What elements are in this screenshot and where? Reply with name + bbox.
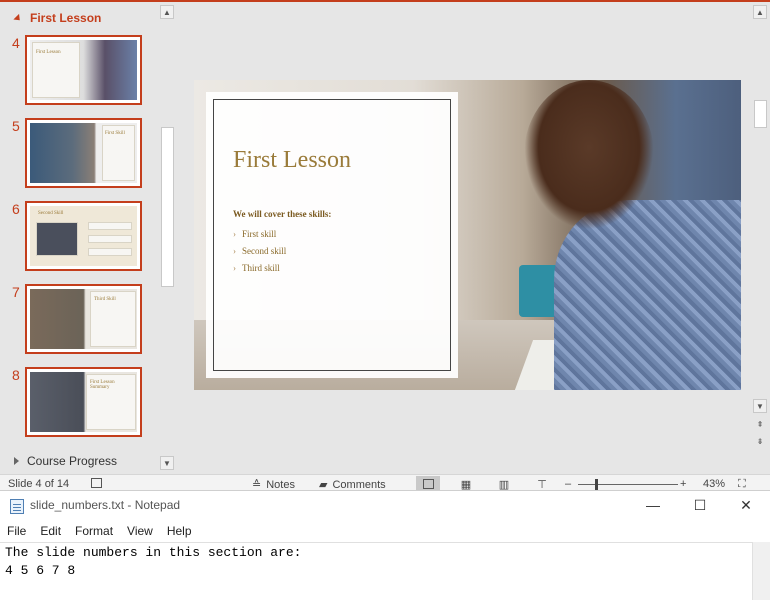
- thumbnail-image: First Skill: [30, 123, 137, 183]
- zoom-out-button[interactable]: –: [565, 478, 571, 490]
- thumbnail-scrollbar[interactable]: ▲ ▼: [160, 2, 176, 472]
- zoom-level[interactable]: 43%: [703, 478, 725, 490]
- desktop: First Lesson 4 First Lesson 5 First Skil…: [0, 0, 770, 600]
- thumbnail-number: 8: [12, 367, 20, 383]
- notepad-window: slide_numbers.txt - Notepad — ☐ ✕ File E…: [0, 490, 770, 600]
- thumbnail-title: First Lesson: [36, 50, 61, 55]
- bullet-item: Third skill: [233, 259, 286, 276]
- slide-scrollbar[interactable]: ▲ ▼ ⇞ ⇟: [752, 2, 770, 472]
- current-slide[interactable]: First Lesson We will cover these skills:…: [194, 80, 741, 390]
- text-line: 4 5 6 7 8: [5, 563, 76, 578]
- menu-view[interactable]: View: [120, 521, 160, 541]
- thumbnail-slide-5[interactable]: 5 First Skill: [0, 118, 160, 188]
- section-name: Course Progress: [27, 454, 118, 468]
- slide-subtitle[interactable]: We will cover these skills:: [233, 209, 331, 219]
- reading-view-icon: ▥: [498, 478, 510, 491]
- scroll-down-arrow-icon[interactable]: ▼: [160, 456, 174, 470]
- thumbnail-number: 6: [12, 201, 20, 217]
- thumbnail-box: [88, 248, 132, 256]
- thumbnail-number: 7: [12, 284, 20, 300]
- menu-edit[interactable]: Edit: [33, 521, 68, 541]
- thumbnail-photo: [36, 222, 78, 256]
- minimize-icon[interactable]: —: [643, 496, 663, 514]
- notepad-menu-bar: File Edit Format View Help: [0, 521, 770, 541]
- thumbnail-image: Second Skill: [30, 206, 137, 266]
- menu-help[interactable]: Help: [160, 521, 199, 541]
- previous-slide-icon[interactable]: ⇞: [753, 417, 767, 431]
- notes-label: Notes: [266, 478, 295, 491]
- maximize-icon[interactable]: ☐: [690, 496, 710, 514]
- slide-show-icon: ⊤: [537, 478, 547, 491]
- slide-thumbnail-pane: First Lesson 4 First Lesson 5 First Skil…: [0, 2, 176, 472]
- bullet-item: First skill: [233, 225, 286, 242]
- thumbnail-slide-4[interactable]: 4 First Lesson: [0, 35, 160, 105]
- proofing-icon: [91, 478, 102, 488]
- menu-format[interactable]: Format: [68, 521, 120, 541]
- notepad-text-area[interactable]: The slide numbers in this section are: 4 …: [0, 542, 752, 600]
- notepad-icon: [10, 499, 24, 514]
- collapse-triangle-icon: [13, 13, 23, 23]
- thumbnail-title: First Skill: [105, 131, 125, 136]
- menu-file[interactable]: File: [0, 521, 33, 541]
- scrollbar-thumb[interactable]: [161, 127, 174, 287]
- thumbnail-slide-8[interactable]: 8 First Lesson Summary: [0, 367, 160, 437]
- scroll-up-arrow-icon[interactable]: ▲: [753, 5, 767, 19]
- next-slide-icon[interactable]: ⇟: [753, 434, 767, 448]
- zoom-slider-thumb[interactable]: [595, 479, 598, 490]
- photo-person-head: [524, 80, 654, 230]
- section-header-first-lesson[interactable]: First Lesson: [13, 11, 102, 25]
- thumbnail-image: First Lesson Summary: [30, 372, 137, 432]
- thumbnail-title: Third Skill: [94, 297, 116, 302]
- thumbnail-slide-6[interactable]: 6 Second Skill: [0, 201, 160, 271]
- thumbnail-frame[interactable]: First Skill: [25, 118, 142, 188]
- thumbnail-title: First Lesson Summary: [90, 380, 115, 390]
- thumbnail-number: 4: [12, 35, 20, 51]
- slide-bullet-list[interactable]: First skill Second skill Third skill: [233, 225, 286, 276]
- bullet-item: Second skill: [233, 242, 286, 259]
- expand-triangle-icon: [14, 457, 19, 465]
- slide-content-card: First Lesson We will cover these skills:…: [206, 92, 458, 378]
- thumbnail-frame[interactable]: First Lesson: [25, 35, 142, 105]
- thumbnail-frame[interactable]: Second Skill: [25, 201, 142, 271]
- section-header-course-progress[interactable]: Course Progress: [14, 454, 117, 468]
- slide-indicator: Slide 4 of 14: [8, 478, 70, 490]
- thumbnail-box: [88, 235, 132, 243]
- window-title: slide_numbers.txt - Notepad: [30, 498, 181, 512]
- thumbnail-number: 5: [12, 118, 20, 134]
- notepad-title-bar[interactable]: slide_numbers.txt - Notepad — ☐ ✕: [0, 491, 770, 521]
- thumbnail-image: First Lesson: [30, 40, 137, 100]
- thumbnail-image: Third Skill: [30, 289, 137, 349]
- notepad-scrollbar[interactable]: [752, 542, 770, 600]
- thumbnail-frame[interactable]: Third Skill: [25, 284, 142, 354]
- normal-view-icon: [422, 479, 434, 489]
- zoom-in-button[interactable]: +: [680, 478, 686, 490]
- thumbnail-slide-7[interactable]: 7 Third Skill: [0, 284, 160, 354]
- section-name: First Lesson: [30, 11, 102, 25]
- powerpoint-window: First Lesson 4 First Lesson 5 First Skil…: [0, 0, 770, 492]
- text-line: The slide numbers in this section are:: [5, 545, 302, 560]
- scroll-down-arrow-icon[interactable]: ▼: [753, 399, 767, 413]
- thumbnail-frame[interactable]: First Lesson Summary: [25, 367, 142, 437]
- slide-title[interactable]: First Lesson: [233, 147, 351, 174]
- slide-editing-area: First Lesson We will cover these skills:…: [180, 2, 752, 472]
- scrollbar-thumb[interactable]: [754, 100, 767, 128]
- close-icon[interactable]: ✕: [736, 496, 756, 514]
- thumbnail-title: Second Skill: [38, 211, 64, 216]
- spelling-icon[interactable]: [91, 478, 102, 488]
- comments-label: Comments: [332, 478, 386, 491]
- thumbnail-box: [88, 222, 132, 230]
- scroll-up-arrow-icon[interactable]: ▲: [160, 5, 174, 19]
- zoom-slider-track[interactable]: [578, 484, 678, 485]
- slide-sorter-icon: ▦: [460, 478, 472, 491]
